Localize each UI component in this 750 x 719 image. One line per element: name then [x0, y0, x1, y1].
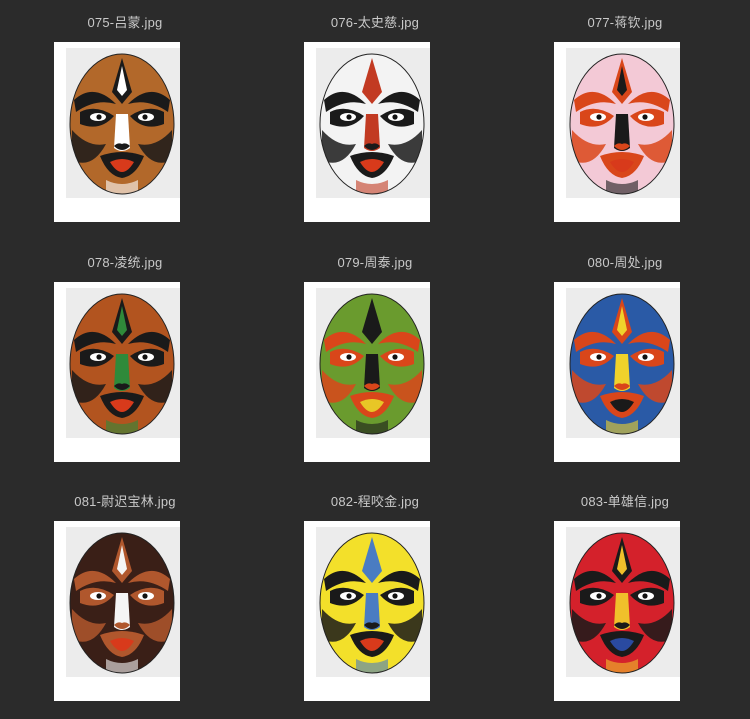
- file-item[interactable]: 078-凌统.jpg: [0, 240, 250, 480]
- file-name-label: 078-凌统.jpg: [87, 255, 163, 270]
- opera-mask-thumbnail[interactable]: [554, 42, 680, 222]
- file-item[interactable]: 076-太史慈.jpg: [250, 0, 500, 240]
- opera-mask-thumbnail[interactable]: [304, 42, 430, 222]
- file-name-label: 075-吕蒙.jpg: [87, 15, 163, 30]
- file-item[interactable]: 083-单雄信.jpg: [500, 479, 750, 719]
- file-name-label: 076-太史慈.jpg: [330, 15, 420, 30]
- file-item[interactable]: 075-吕蒙.jpg: [0, 0, 250, 240]
- opera-mask-thumbnail[interactable]: [554, 521, 680, 701]
- file-name-label: 079-周泰.jpg: [337, 255, 413, 270]
- opera-mask-thumbnail[interactable]: [304, 521, 430, 701]
- opera-mask-thumbnail[interactable]: [304, 282, 430, 462]
- opera-mask-thumbnail[interactable]: [54, 282, 180, 462]
- file-item[interactable]: 079-周泰.jpg: [250, 240, 500, 480]
- opera-mask-thumbnail[interactable]: [54, 42, 180, 222]
- file-item[interactable]: 081-尉迟宝林.jpg: [0, 479, 250, 719]
- file-name-label: 083-单雄信.jpg: [580, 494, 670, 509]
- file-item[interactable]: 082-程咬金.jpg: [250, 479, 500, 719]
- file-thumbnail-grid: 075-吕蒙.jpg 076-太史慈.jpg 077-蒋钦.jpg 078-凌统…: [0, 0, 750, 719]
- opera-mask-thumbnail[interactable]: [54, 521, 180, 701]
- file-name-label: 080-周处.jpg: [587, 255, 663, 270]
- file-name-label: 077-蒋钦.jpg: [587, 15, 663, 30]
- file-item[interactable]: 077-蒋钦.jpg: [500, 0, 750, 240]
- file-name-label: 081-尉迟宝林.jpg: [74, 494, 176, 509]
- file-name-label: 082-程咬金.jpg: [330, 494, 420, 509]
- file-item[interactable]: 080-周处.jpg: [500, 240, 750, 480]
- opera-mask-thumbnail[interactable]: [554, 282, 680, 462]
